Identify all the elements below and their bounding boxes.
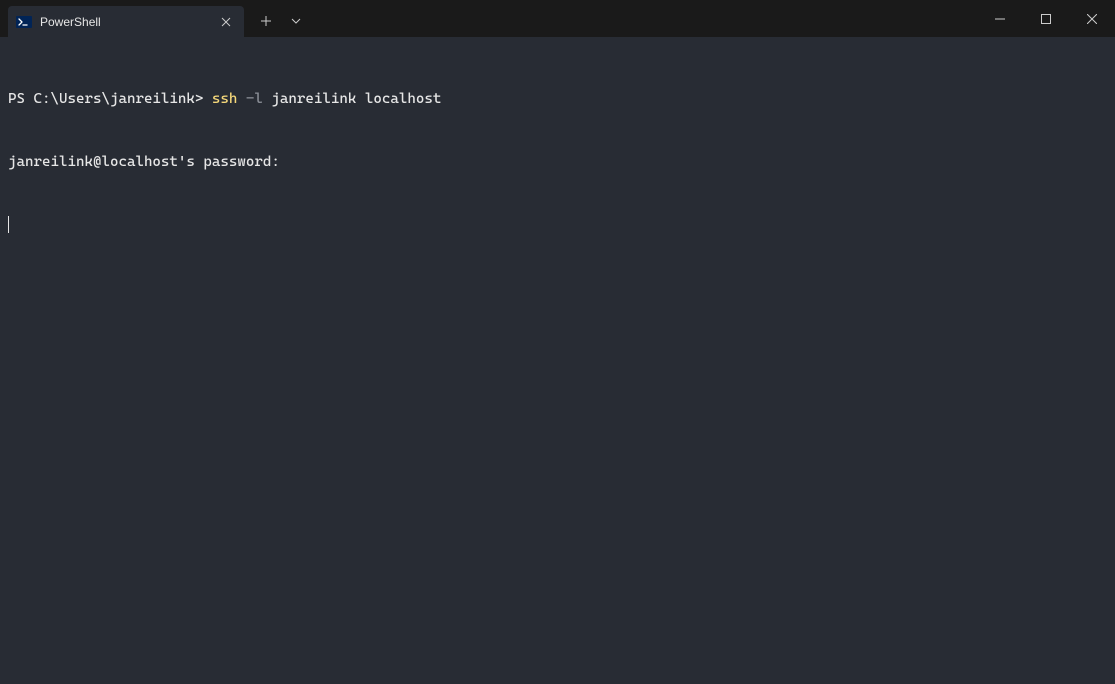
powershell-icon bbox=[16, 14, 32, 30]
tab-close-button[interactable] bbox=[218, 14, 234, 30]
command-name: ssh bbox=[212, 91, 238, 107]
tabs-area: PowerShell bbox=[8, 0, 310, 37]
terminal-cursor-line bbox=[8, 215, 1107, 236]
window-controls bbox=[977, 0, 1115, 37]
password-prompt: janreilink@localhost's password: bbox=[8, 154, 280, 170]
terminal-content[interactable]: PS C:\Users\janreilink> ssh -l janreilin… bbox=[0, 37, 1115, 267]
tab-title: PowerShell bbox=[40, 15, 210, 29]
titlebar: PowerShell bbox=[0, 0, 1115, 37]
command-flag: -l bbox=[237, 91, 263, 107]
minimize-button[interactable] bbox=[977, 0, 1023, 37]
terminal-line-1: PS C:\Users\janreilink> ssh -l janreilin… bbox=[8, 89, 1107, 110]
command-args: janreilink localhost bbox=[263, 91, 441, 107]
cursor bbox=[8, 216, 9, 233]
maximize-button[interactable] bbox=[1023, 0, 1069, 37]
tab-powershell[interactable]: PowerShell bbox=[8, 6, 244, 37]
tab-dropdown-button[interactable] bbox=[282, 7, 310, 35]
terminal-line-2: janreilink@localhost's password: bbox=[8, 152, 1107, 173]
prompt-prefix: PS C:\Users\janreilink> bbox=[8, 91, 212, 107]
close-window-button[interactable] bbox=[1069, 0, 1115, 37]
new-tab-button[interactable] bbox=[252, 7, 280, 35]
